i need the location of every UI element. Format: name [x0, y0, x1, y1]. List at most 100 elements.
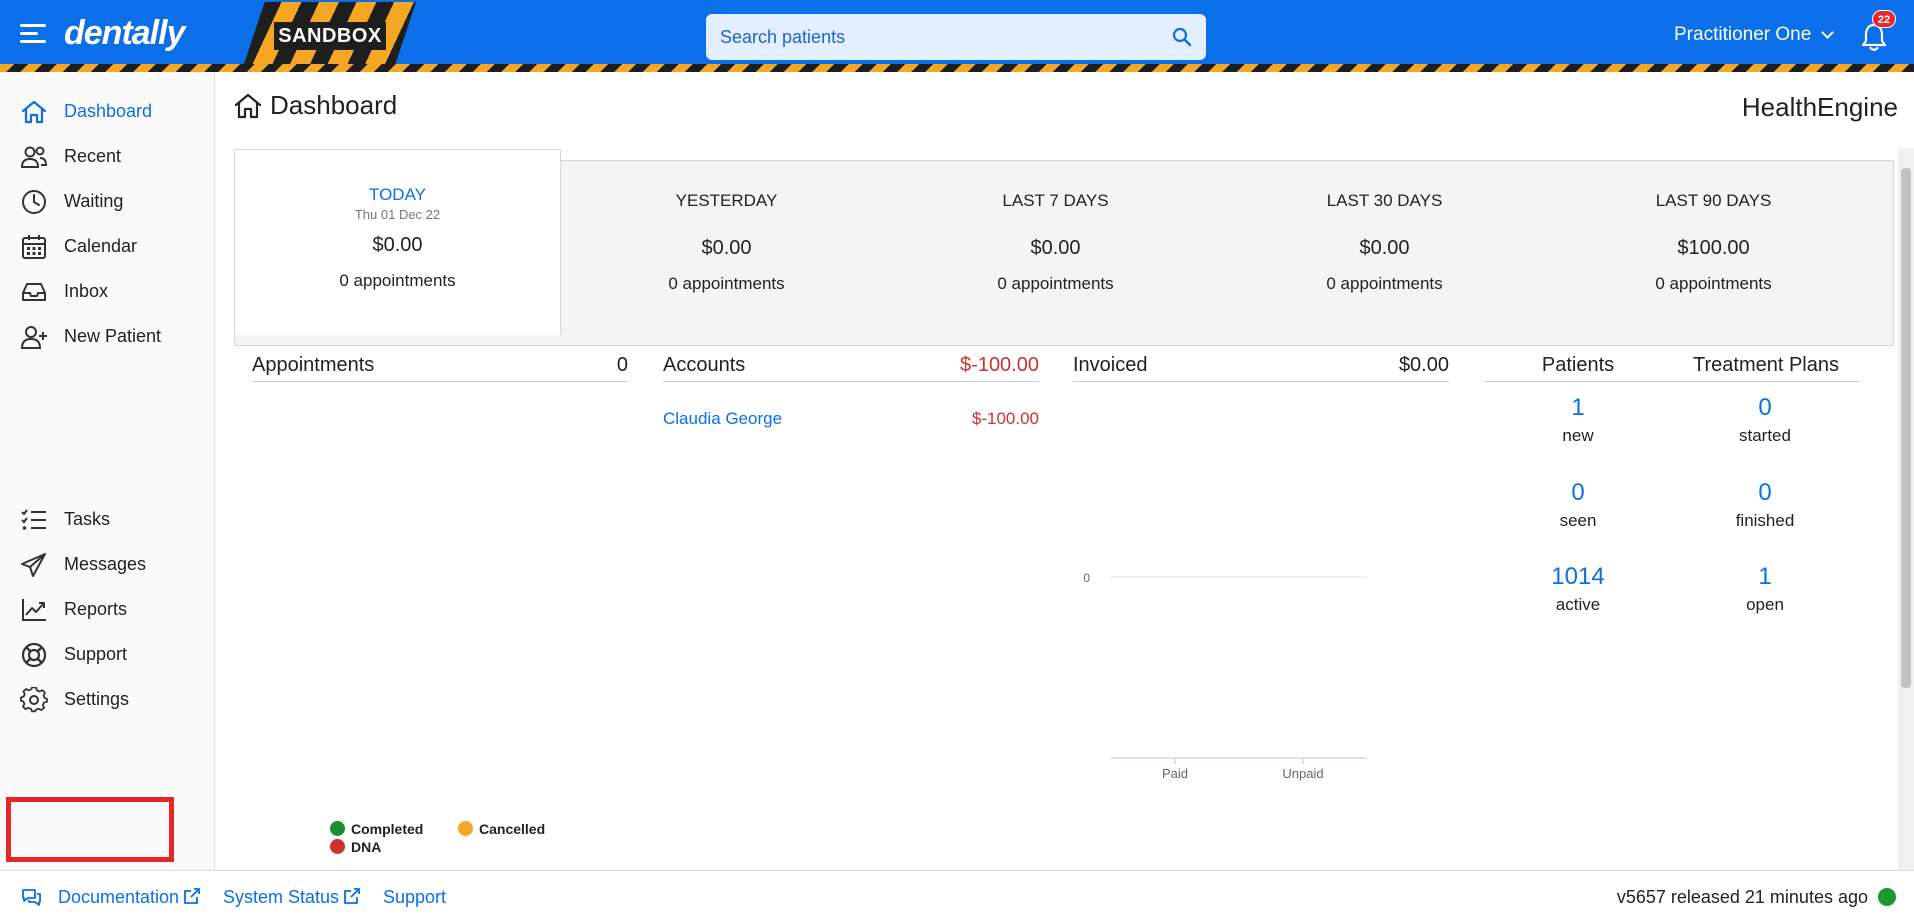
sidebar: Dashboard Recent Waiting Calendar Inbox …	[0, 72, 215, 870]
dentally-logo[interactable]: dentally	[64, 14, 185, 53]
y-tick-label: 0	[1083, 571, 1090, 585]
sidebar-item-messages[interactable]: Messages	[0, 542, 214, 586]
stat-patients-seen[interactable]: 0 seen	[1488, 479, 1668, 531]
vertical-scrollbar[interactable]	[1898, 148, 1914, 870]
chart-line-icon	[22, 599, 46, 621]
user-plus-icon	[20, 326, 47, 349]
sidebar-item-label: Calendar	[64, 236, 138, 256]
period-last-7-days[interactable]: LAST 7 DAYS $0.00 0 appointments	[891, 191, 1220, 294]
notification-badge: 22	[1872, 10, 1896, 28]
footer: Documentation System Status Support v565…	[0, 870, 1914, 919]
inbox-icon	[22, 283, 46, 301]
search-input[interactable]	[720, 22, 1150, 52]
status-indicator-dot	[1878, 888, 1896, 906]
system-status-link[interactable]: System Status	[223, 887, 361, 908]
stat-treatment-open[interactable]: 1 open	[1675, 563, 1855, 615]
x-tick-label: Unpaid	[1282, 766, 1323, 781]
stat-treatment-started[interactable]: 0 started	[1675, 394, 1855, 446]
paper-plane-icon	[21, 553, 46, 577]
sidebar-item-dashboard[interactable]: Dashboard	[0, 89, 214, 133]
stat-patients-active[interactable]: 1014 active	[1488, 563, 1668, 615]
sidebar-item-label: Inbox	[64, 281, 109, 301]
stat-treatment-finished[interactable]: 0 finished	[1675, 479, 1855, 531]
sidebar-item-calendar[interactable]: Calendar	[0, 224, 214, 268]
sidebar-item-label: Settings	[64, 689, 130, 709]
accounts-title: Accounts	[663, 354, 746, 376]
scrollbar-thumb[interactable]	[1901, 168, 1911, 688]
sidebar-item-label: Support	[64, 644, 128, 664]
dna-dot	[330, 839, 345, 854]
main-area: Dashboard HealthEngine TODAY Thu 01 Dec …	[216, 72, 1914, 870]
sandbox-label: SANDBOX	[274, 22, 386, 50]
sidebar-item-label: New Patient	[64, 326, 162, 346]
search-bar[interactable]	[706, 14, 1206, 60]
chat-icon[interactable]	[20, 887, 42, 907]
page-title-text: Dashboard	[270, 90, 398, 120]
legend-cancelled: Cancelled	[458, 821, 545, 837]
hamburger-menu-icon[interactable]	[20, 24, 46, 44]
home-icon	[234, 93, 262, 119]
period-amount: $100.00	[1677, 237, 1750, 259]
legend-label: Cancelled	[479, 821, 546, 837]
sidebar-item-settings[interactable]: Settings	[0, 677, 214, 721]
legend-label: Completed	[351, 821, 424, 837]
period-appointments: 0 appointments	[997, 274, 1114, 293]
user-name: Practitioner One	[1674, 24, 1812, 45]
period-appointments: 0 appointments	[339, 271, 456, 290]
period-last-90-days[interactable]: LAST 90 DAYS $100.00 0 appointments	[1549, 191, 1878, 294]
sidebar-item-recent[interactable]: Recent	[0, 134, 214, 178]
gear-icon	[20, 687, 48, 713]
users-icon	[20, 146, 48, 168]
treatment-plans-title: Treatment Plans	[1693, 354, 1839, 376]
patients-treatment-header: Patients Treatment Plans	[1484, 352, 1860, 382]
system-status-label: System Status	[223, 887, 340, 907]
period-last-30-days[interactable]: LAST 30 DAYS $0.00 0 appointments	[1220, 191, 1549, 294]
invoiced-total: $0.00	[1398, 354, 1449, 376]
period-appointments: 0 appointments	[1655, 274, 1772, 293]
period-yesterday[interactable]: YESTERDAY $0.00 0 appointments	[562, 191, 891, 294]
account-row-patient-link[interactable]: Claudia George	[663, 409, 782, 429]
sidebar-item-new-patient[interactable]: New Patient	[0, 314, 214, 358]
completed-dot	[330, 821, 345, 836]
appointments-header: Appointments 0	[252, 352, 628, 382]
documentation-link[interactable]: Documentation	[58, 887, 201, 908]
sidebar-item-waiting[interactable]: Waiting	[0, 179, 214, 223]
sandbox-banner: SANDBOX	[244, 2, 416, 64]
support-link[interactable]: Support	[383, 887, 446, 908]
chevron-down-icon	[1821, 26, 1835, 39]
stat-label: finished	[1735, 511, 1795, 530]
sidebar-item-label: Tasks	[64, 509, 111, 529]
period-today[interactable]: TODAY Thu 01 Dec 22 $0.00 0 appointments	[233, 185, 562, 291]
period-amount: $0.00	[701, 237, 752, 259]
documentation-label: Documentation	[58, 887, 180, 907]
invoiced-title: Invoiced	[1073, 354, 1148, 376]
lifebuoy-icon	[21, 642, 47, 668]
stat-value: 0	[1758, 394, 1772, 421]
sidebar-item-support[interactable]: Support	[0, 632, 214, 676]
account-row-amount: $-100.00	[971, 409, 1039, 428]
x-tick-label: Paid	[1162, 766, 1188, 781]
search-icon[interactable]	[1172, 27, 1192, 47]
patients-title: Patients	[1541, 354, 1615, 376]
sidebar-item-inbox[interactable]: Inbox	[0, 269, 214, 313]
invoiced-chart: 0 Paid Unpaid	[1083, 571, 1367, 781]
sidebar-item-reports[interactable]: Reports	[0, 587, 214, 631]
stat-label: open	[1746, 595, 1784, 614]
appointments-count: 0	[616, 354, 628, 376]
external-link-icon	[184, 888, 200, 904]
user-menu[interactable]: Practitioner One	[1674, 24, 1835, 46]
sidebar-item-label: Recent	[64, 146, 122, 166]
period-label: LAST 30 DAYS	[1326, 191, 1443, 210]
clock-icon	[22, 190, 46, 214]
stat-label: seen	[1559, 511, 1597, 530]
home-icon	[21, 100, 47, 124]
settings-highlight-box	[6, 797, 174, 862]
sidebar-item-tasks[interactable]: Tasks	[0, 497, 214, 541]
period-label: TODAY	[369, 185, 426, 204]
invoiced-header: Invoiced $0.00	[1073, 352, 1449, 382]
accounts-total: $-100.00	[960, 354, 1039, 376]
stat-value: 0	[1571, 479, 1585, 506]
stat-patients-new[interactable]: 1 new	[1488, 394, 1668, 446]
sidebar-item-label: Messages	[64, 554, 147, 574]
stat-label: started	[1739, 426, 1791, 445]
